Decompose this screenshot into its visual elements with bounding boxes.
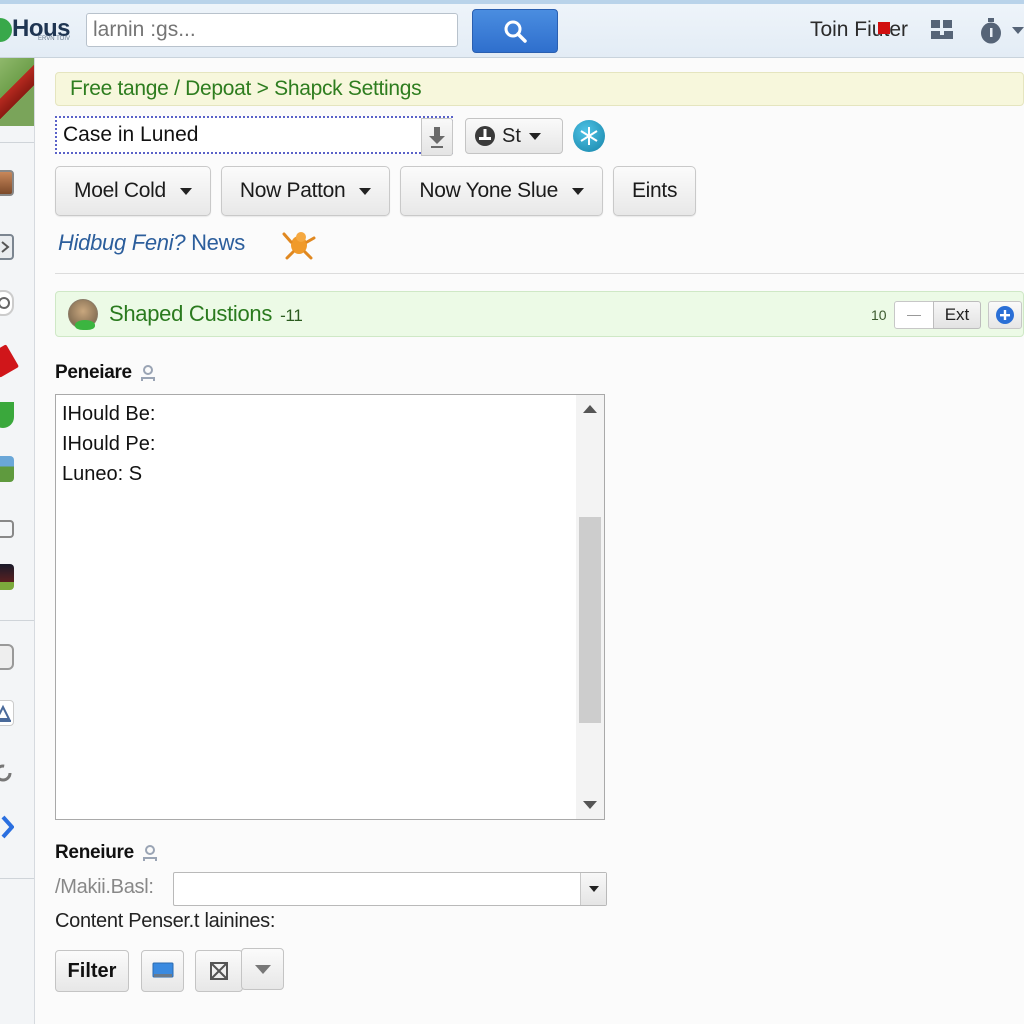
case-combobox[interactable]: Case in Luned [55,116,453,154]
minus-icon [907,314,921,316]
clear-box-icon [210,962,228,980]
sidebar-divider [0,620,34,621]
tag-icon[interactable] [0,170,14,196]
news-link-italic: Hidbug Feni? [58,230,186,255]
bell-icon[interactable] [0,700,14,726]
section-divider [55,273,1024,274]
model-cold-dropdown[interactable]: Moel Cold [55,166,211,216]
chevron-down-icon [359,187,372,195]
download-arrow-icon [429,127,445,148]
snowflake-button[interactable] [573,120,605,152]
peneiare-textarea[interactable]: IHould Be: IHould Pe: Luneo: S [55,394,605,820]
field-label-text: Peneiare [55,362,132,383]
mascot-icon [281,228,317,262]
eints-button[interactable]: Eints [612,166,697,216]
plus-circle-icon [996,306,1014,324]
textarea-content: IHould Be: IHould Pe: Luneo: S [62,399,155,489]
textarea-line: IHould Pe: [62,433,156,455]
news-link-word: News [191,230,245,255]
filter-button[interactable]: Filter [55,950,129,992]
sidebar-item-code[interactable] [0,234,14,260]
combobox-value: Case in Luned [63,123,199,146]
maker-basis-select[interactable] [173,872,607,906]
avatar [68,299,98,330]
chevron-down-icon [571,187,584,195]
chevron-down-icon[interactable] [1012,26,1024,34]
sidebar-divider [0,878,34,879]
button-label: Now Yone Slue [419,179,558,202]
user-icon [140,365,155,381]
snowflake-icon [580,127,598,145]
top-link[interactable]: Toin Fiuter [810,18,908,42]
toolbar-buttons: Moel Cold Now Patton Now Yone Slue Eints [55,166,697,216]
select-arrow[interactable] [580,873,606,905]
button-label: Eints [631,179,678,202]
refresh-icon[interactable] [0,760,14,786]
panel-header: Shaped Custions -11 10 Ext [55,291,1024,337]
chevron-down-icon [528,132,541,140]
code-icon [1,241,10,253]
panel-title-text: Shaped Custions [109,301,273,326]
top-link-label: Toin Fiuter [809,18,908,41]
monitor-button[interactable] [141,950,184,992]
left-sidebar [0,58,35,1024]
user-photo-icon[interactable] [0,58,34,126]
search-input[interactable] [86,13,458,47]
landscape-image-icon[interactable] [0,456,14,482]
more-options-button[interactable] [241,948,284,990]
chevron-down-icon [588,886,599,892]
textarea-line: IHould Be: [62,403,156,425]
user-icon [142,845,157,861]
now-yone-slue-dropdown[interactable]: Now Yone Slue [400,166,603,216]
night-photo-icon[interactable] [0,564,14,590]
scrollbar-thumb[interactable] [579,517,601,723]
blue-diamond-icon[interactable] [0,814,15,840]
maker-basis-label: /Makii.Basl: [55,876,154,898]
breadcrumb[interactable]: Free tange / Depoat > Shapck Settings [55,72,1024,106]
status-dropdown-button[interactable]: St [465,118,563,154]
logo-subtext: ERVN TOIV [38,36,71,42]
stopwatch-icon[interactable] [980,18,1002,44]
pager-ext-button[interactable]: Ext [933,301,981,329]
panel-title: Shaped Custions -11 [109,292,303,338]
dropdown-caret-icon [254,964,271,974]
app-logo[interactable]: Hous [0,14,71,50]
field-label-peneiare: Peneiare [55,362,156,384]
search-button[interactable] [472,9,558,53]
scroll-down-arrow-icon[interactable] [583,801,597,809]
chevron-down-icon [179,187,192,195]
now-patton-dropdown[interactable]: Now Patton [220,166,391,216]
textarea-line: Luneo: S [62,463,143,485]
news-link[interactable]: Hidbug Feni? News [58,230,245,256]
green-shield-icon[interactable] [0,402,14,428]
field-label-text: Reneiure [55,842,134,863]
scroll-up-arrow-icon[interactable] [583,405,597,413]
button-label: Now Patton [239,179,346,202]
location-pin-icon[interactable] [0,290,14,316]
page-size-value: 10 [871,307,887,323]
search-icon [504,20,527,43]
button-label: Moel Cold [74,179,166,202]
chat-bubble-icon[interactable] [0,520,14,538]
top-header: Hous ERVN TOIV Toin Fiuter [0,0,1024,58]
stamp-icon [475,126,495,146]
vertical-scrollbar[interactable] [576,395,604,819]
content-label: Content Penser.t lainines: [55,910,276,932]
sidebar-divider [0,142,34,143]
add-button[interactable] [988,301,1022,329]
pager-minus-button[interactable] [894,301,934,329]
apps-grid-icon[interactable] [930,19,954,41]
logo-mark-icon [0,18,12,42]
panel-count: -11 [280,306,303,325]
clear-button[interactable] [195,950,243,992]
notification-marker-icon [877,22,890,34]
status-label: St [502,124,521,147]
printer-icon[interactable] [0,644,14,670]
combobox-download-button[interactable] [421,118,453,156]
monitor-icon [152,962,173,978]
red-flag-icon[interactable] [0,344,20,378]
field-label-reneiure: Reneiure [55,842,158,864]
